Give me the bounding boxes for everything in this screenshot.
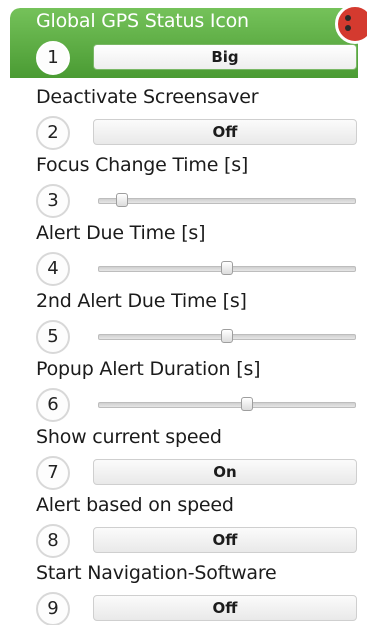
slider-thumb[interactable]	[241, 397, 253, 411]
item-label: Alert Due Time [s]	[36, 222, 206, 244]
item-label: Start Navigation-Software	[36, 562, 277, 584]
item-number-badge: 6	[36, 388, 70, 422]
item-number-badge: 8	[36, 524, 70, 558]
alert-due-time-slider[interactable]	[98, 261, 356, 275]
gps-status-icon-button[interactable]: Big	[93, 44, 357, 70]
popup-alert-duration-slider[interactable]	[98, 397, 356, 411]
settings-item-gps-status-icon[interactable]: Global GPS Status Icon 1 Big	[10, 8, 358, 78]
start-navigation-software-button[interactable]: Off	[93, 595, 357, 621]
item-label: Show current speed	[36, 426, 222, 448]
slider-thumb[interactable]	[221, 329, 233, 343]
item-number-badge: 1	[36, 41, 70, 75]
deactivate-screensaver-button[interactable]: Off	[93, 119, 357, 145]
item-label: Focus Change Time [s]	[36, 154, 249, 176]
show-current-speed-button[interactable]: On	[93, 459, 357, 485]
item-number-badge: 9	[36, 592, 70, 625]
item-number-badge: 2	[36, 116, 70, 150]
item-number-badge: 4	[36, 252, 70, 286]
focus-change-time-slider[interactable]	[98, 193, 356, 207]
2nd-alert-due-time-slider[interactable]	[98, 329, 356, 343]
item-number-badge: 7	[36, 456, 70, 490]
item-number-badge: 5	[36, 320, 70, 354]
item-number-badge: 3	[36, 184, 70, 218]
item-label: Popup Alert Duration [s]	[36, 358, 261, 380]
settings-panel: Global GPS Status Icon 1 Big Deactivate …	[10, 8, 358, 625]
item-label: Alert based on speed	[36, 494, 234, 516]
alert-based-on-speed-button[interactable]: Off	[93, 527, 357, 553]
item-label: Global GPS Status Icon	[36, 10, 249, 32]
notification-badge-icon[interactable]	[335, 4, 367, 44]
item-label: Deactivate Screensaver	[36, 86, 259, 108]
slider-thumb[interactable]	[221, 261, 233, 275]
slider-thumb[interactable]	[116, 193, 128, 207]
item-label: 2nd Alert Due Time [s]	[36, 290, 247, 312]
